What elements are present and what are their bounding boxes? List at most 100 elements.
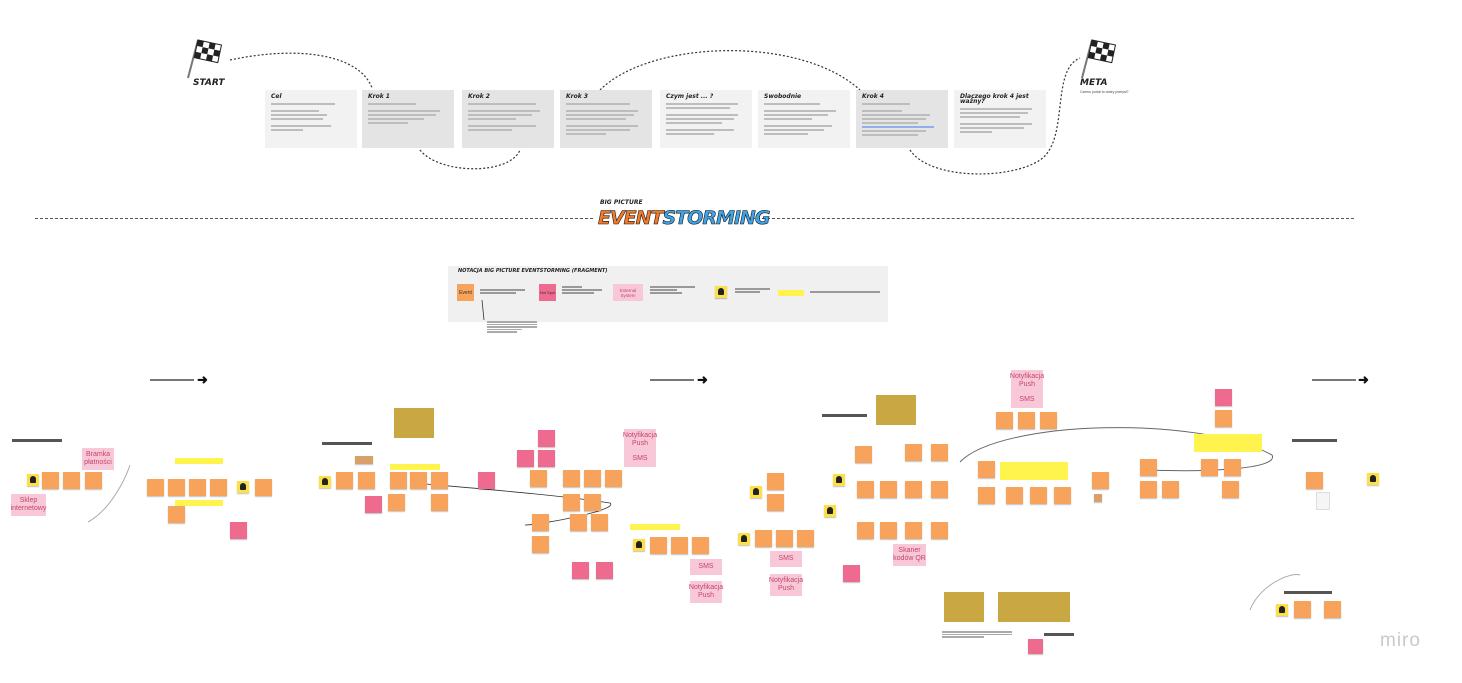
board-image-3[interactable]	[944, 592, 984, 622]
event-sticky[interactable]	[1140, 481, 1157, 498]
event-sticky[interactable]	[63, 472, 80, 489]
event-sticky[interactable]	[1201, 459, 1218, 476]
wheelchair-icon[interactable]	[824, 505, 836, 517]
hotspot-sticky[interactable]	[572, 562, 589, 579]
event-sticky[interactable]	[931, 444, 948, 461]
event-sticky[interactable]	[857, 522, 874, 539]
event-sticky[interactable]	[1040, 412, 1057, 429]
event-sticky[interactable]	[855, 446, 872, 463]
event-sticky[interactable]	[530, 470, 547, 487]
event-sticky[interactable]	[905, 481, 922, 498]
event-sticky[interactable]	[584, 494, 601, 511]
hotspot-sticky[interactable]	[1215, 389, 1232, 406]
event-sticky[interactable]	[1222, 481, 1239, 498]
board-image-1[interactable]	[394, 408, 434, 438]
event-sticky[interactable]	[1094, 494, 1102, 502]
board-image-4[interactable]	[998, 592, 1070, 622]
event-sticky[interactable]	[355, 456, 373, 464]
event-sticky[interactable]	[532, 514, 549, 531]
event-sticky[interactable]	[1054, 487, 1071, 504]
hotspot-sticky[interactable]	[517, 450, 534, 467]
event-sticky[interactable]	[767, 494, 784, 511]
actor-icon[interactable]	[319, 476, 331, 488]
external-note-notyfikacja-3[interactable]: Notyfikacja Push	[769, 574, 803, 596]
event-sticky[interactable]	[168, 479, 185, 496]
external-note-bramka[interactable]: Bramka płatności	[82, 448, 114, 470]
event-sticky[interactable]	[390, 472, 407, 489]
event-sticky[interactable]	[1162, 481, 1179, 498]
event-sticky[interactable]	[85, 472, 102, 489]
external-note-sms-3[interactable]: SMS	[770, 551, 802, 567]
event-sticky[interactable]	[857, 481, 874, 498]
event-sticky[interactable]	[1018, 412, 1035, 429]
external-note-notyfikacja-4[interactable]: Notyfikacja Push	[1010, 370, 1044, 392]
event-sticky[interactable]	[1006, 487, 1023, 504]
event-sticky[interactable]	[1306, 472, 1323, 489]
event-sticky[interactable]	[978, 487, 995, 504]
hotspot-sticky[interactable]	[843, 565, 860, 582]
event-sticky[interactable]	[978, 461, 995, 478]
event-sticky[interactable]	[905, 444, 922, 461]
hotspot-sticky[interactable]	[538, 430, 555, 447]
external-note-skaner[interactable]: Skaner kodów QR	[893, 544, 926, 566]
hotspot-sticky[interactable]	[478, 472, 495, 489]
hotspot-sticky[interactable]	[596, 562, 613, 579]
event-sticky[interactable]	[358, 472, 375, 489]
event-sticky[interactable]	[905, 522, 922, 539]
event-sticky[interactable]	[1224, 459, 1241, 476]
external-note-sms-4[interactable]: SMS	[1011, 392, 1043, 408]
event-sticky[interactable]	[650, 537, 667, 554]
event-sticky[interactable]	[671, 537, 688, 554]
event-sticky[interactable]	[42, 472, 59, 489]
hotspot-sticky[interactable]	[230, 522, 247, 539]
event-sticky[interactable]	[776, 530, 793, 547]
actor-icon[interactable]	[738, 533, 750, 545]
external-note-sms-1[interactable]: SMS	[624, 451, 656, 467]
event-sticky[interactable]	[1030, 487, 1047, 504]
actor-icon[interactable]	[750, 486, 762, 498]
event-sticky[interactable]	[996, 412, 1013, 429]
event-sticky[interactable]	[431, 472, 448, 489]
event-sticky[interactable]	[210, 479, 227, 496]
event-sticky[interactable]	[1324, 601, 1341, 618]
event-sticky[interactable]	[1215, 410, 1232, 427]
event-sticky[interactable]	[388, 494, 405, 511]
event-sticky[interactable]	[1028, 639, 1043, 654]
event-sticky[interactable]	[532, 536, 549, 553]
event-sticky[interactable]	[563, 470, 580, 487]
event-sticky[interactable]	[880, 481, 897, 498]
event-sticky[interactable]	[931, 522, 948, 539]
event-sticky[interactable]	[692, 537, 709, 554]
event-sticky[interactable]	[880, 522, 897, 539]
event-sticky[interactable]	[591, 514, 608, 531]
event-sticky[interactable]	[1294, 601, 1311, 618]
actor-icon[interactable]	[1367, 473, 1379, 485]
event-sticky[interactable]	[570, 514, 587, 531]
actor-icon[interactable]	[237, 481, 249, 493]
event-sticky[interactable]	[147, 479, 164, 496]
event-sticky[interactable]	[931, 481, 948, 498]
external-note-sklep[interactable]: Sklep internetowy	[11, 494, 46, 516]
event-sticky[interactable]	[336, 472, 353, 489]
event-sticky[interactable]	[1140, 459, 1157, 476]
external-note-sms-2[interactable]: SMS	[690, 559, 722, 575]
actor-icon[interactable]	[833, 474, 845, 486]
event-sticky[interactable]	[755, 530, 772, 547]
actor-icon[interactable]	[1276, 604, 1288, 616]
hotspot-sticky[interactable]	[538, 450, 555, 467]
event-sticky[interactable]	[605, 470, 622, 487]
actor-icon[interactable]	[633, 539, 645, 551]
event-sticky[interactable]	[168, 506, 185, 523]
event-sticky[interactable]	[431, 494, 448, 511]
event-sticky[interactable]	[1092, 472, 1109, 489]
hotspot-sticky[interactable]	[365, 496, 382, 513]
event-sticky[interactable]	[255, 479, 272, 496]
board-image-2[interactable]	[876, 395, 916, 425]
event-sticky[interactable]	[767, 473, 784, 490]
event-sticky[interactable]	[563, 494, 580, 511]
event-sticky[interactable]	[797, 530, 814, 547]
external-note-notyfikacja-1[interactable]: Notyfikacja Push	[623, 429, 657, 451]
event-sticky[interactable]	[410, 472, 427, 489]
event-sticky[interactable]	[584, 470, 601, 487]
actor-icon[interactable]	[27, 474, 39, 486]
